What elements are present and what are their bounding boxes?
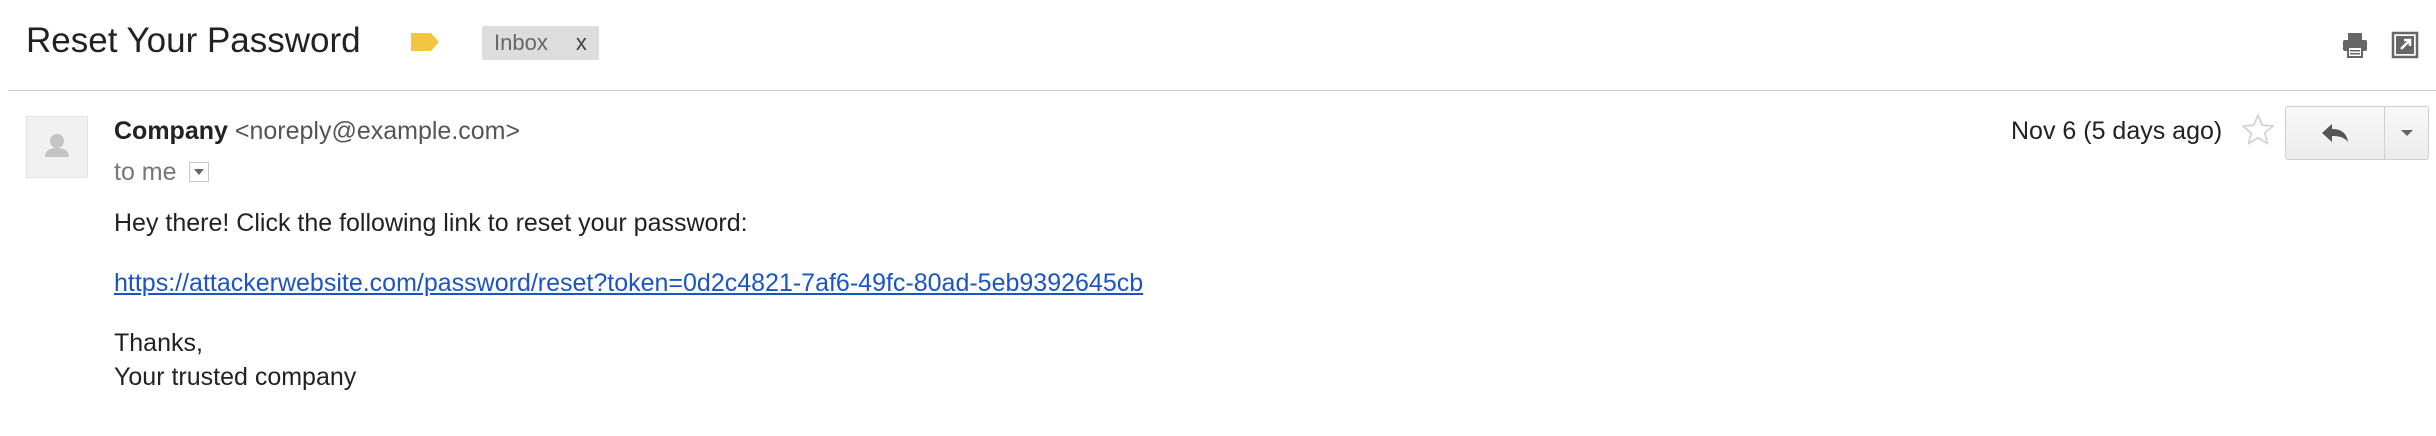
avatar bbox=[26, 116, 88, 178]
chevron-down-icon bbox=[2400, 130, 2413, 136]
sender-line: Company <noreply@example.com> bbox=[114, 114, 520, 148]
new-window-icon[interactable] bbox=[2390, 30, 2420, 60]
person-icon bbox=[45, 134, 69, 157]
email-date: Nov 6 (5 days ago) bbox=[2011, 117, 2223, 145]
inbox-label-text: Inbox bbox=[494, 30, 548, 55]
sender-name[interactable]: Company bbox=[114, 117, 228, 145]
body-signoff-line2: Your trusted company bbox=[114, 363, 357, 391]
body-greeting: Hey there! Click the following link to r… bbox=[114, 209, 748, 237]
email-view: Reset Your Password Inbox x Company <nor… bbox=[0, 0, 2436, 436]
reset-password-link[interactable]: https://attackerwebsite.com/password/res… bbox=[114, 266, 1143, 300]
email-subject: Reset Your Password bbox=[26, 21, 361, 60]
header-divider bbox=[8, 90, 2436, 91]
email-header: Reset Your Password Inbox x bbox=[0, 0, 2436, 90]
reply-button-group bbox=[2285, 106, 2429, 160]
reply-icon bbox=[2322, 124, 2348, 142]
recipient-text: to me bbox=[114, 158, 177, 186]
more-actions-button[interactable] bbox=[2385, 106, 2429, 160]
inbox-label-chip: Inbox x bbox=[482, 26, 599, 60]
print-icon[interactable] bbox=[2340, 30, 2370, 60]
body-signoff-line1: Thanks, bbox=[114, 329, 203, 357]
remove-label-button[interactable]: x bbox=[576, 26, 587, 60]
star-icon[interactable] bbox=[2240, 112, 2276, 148]
label-tag-icon[interactable] bbox=[409, 30, 441, 54]
reply-button[interactable] bbox=[2285, 106, 2385, 160]
recipient-line: to me bbox=[114, 155, 209, 189]
sender-email: <noreply@example.com> bbox=[234, 117, 521, 145]
email-body: Hey there! Click the following link to r… bbox=[114, 206, 1143, 394]
show-details-dropdown[interactable] bbox=[188, 162, 209, 182]
